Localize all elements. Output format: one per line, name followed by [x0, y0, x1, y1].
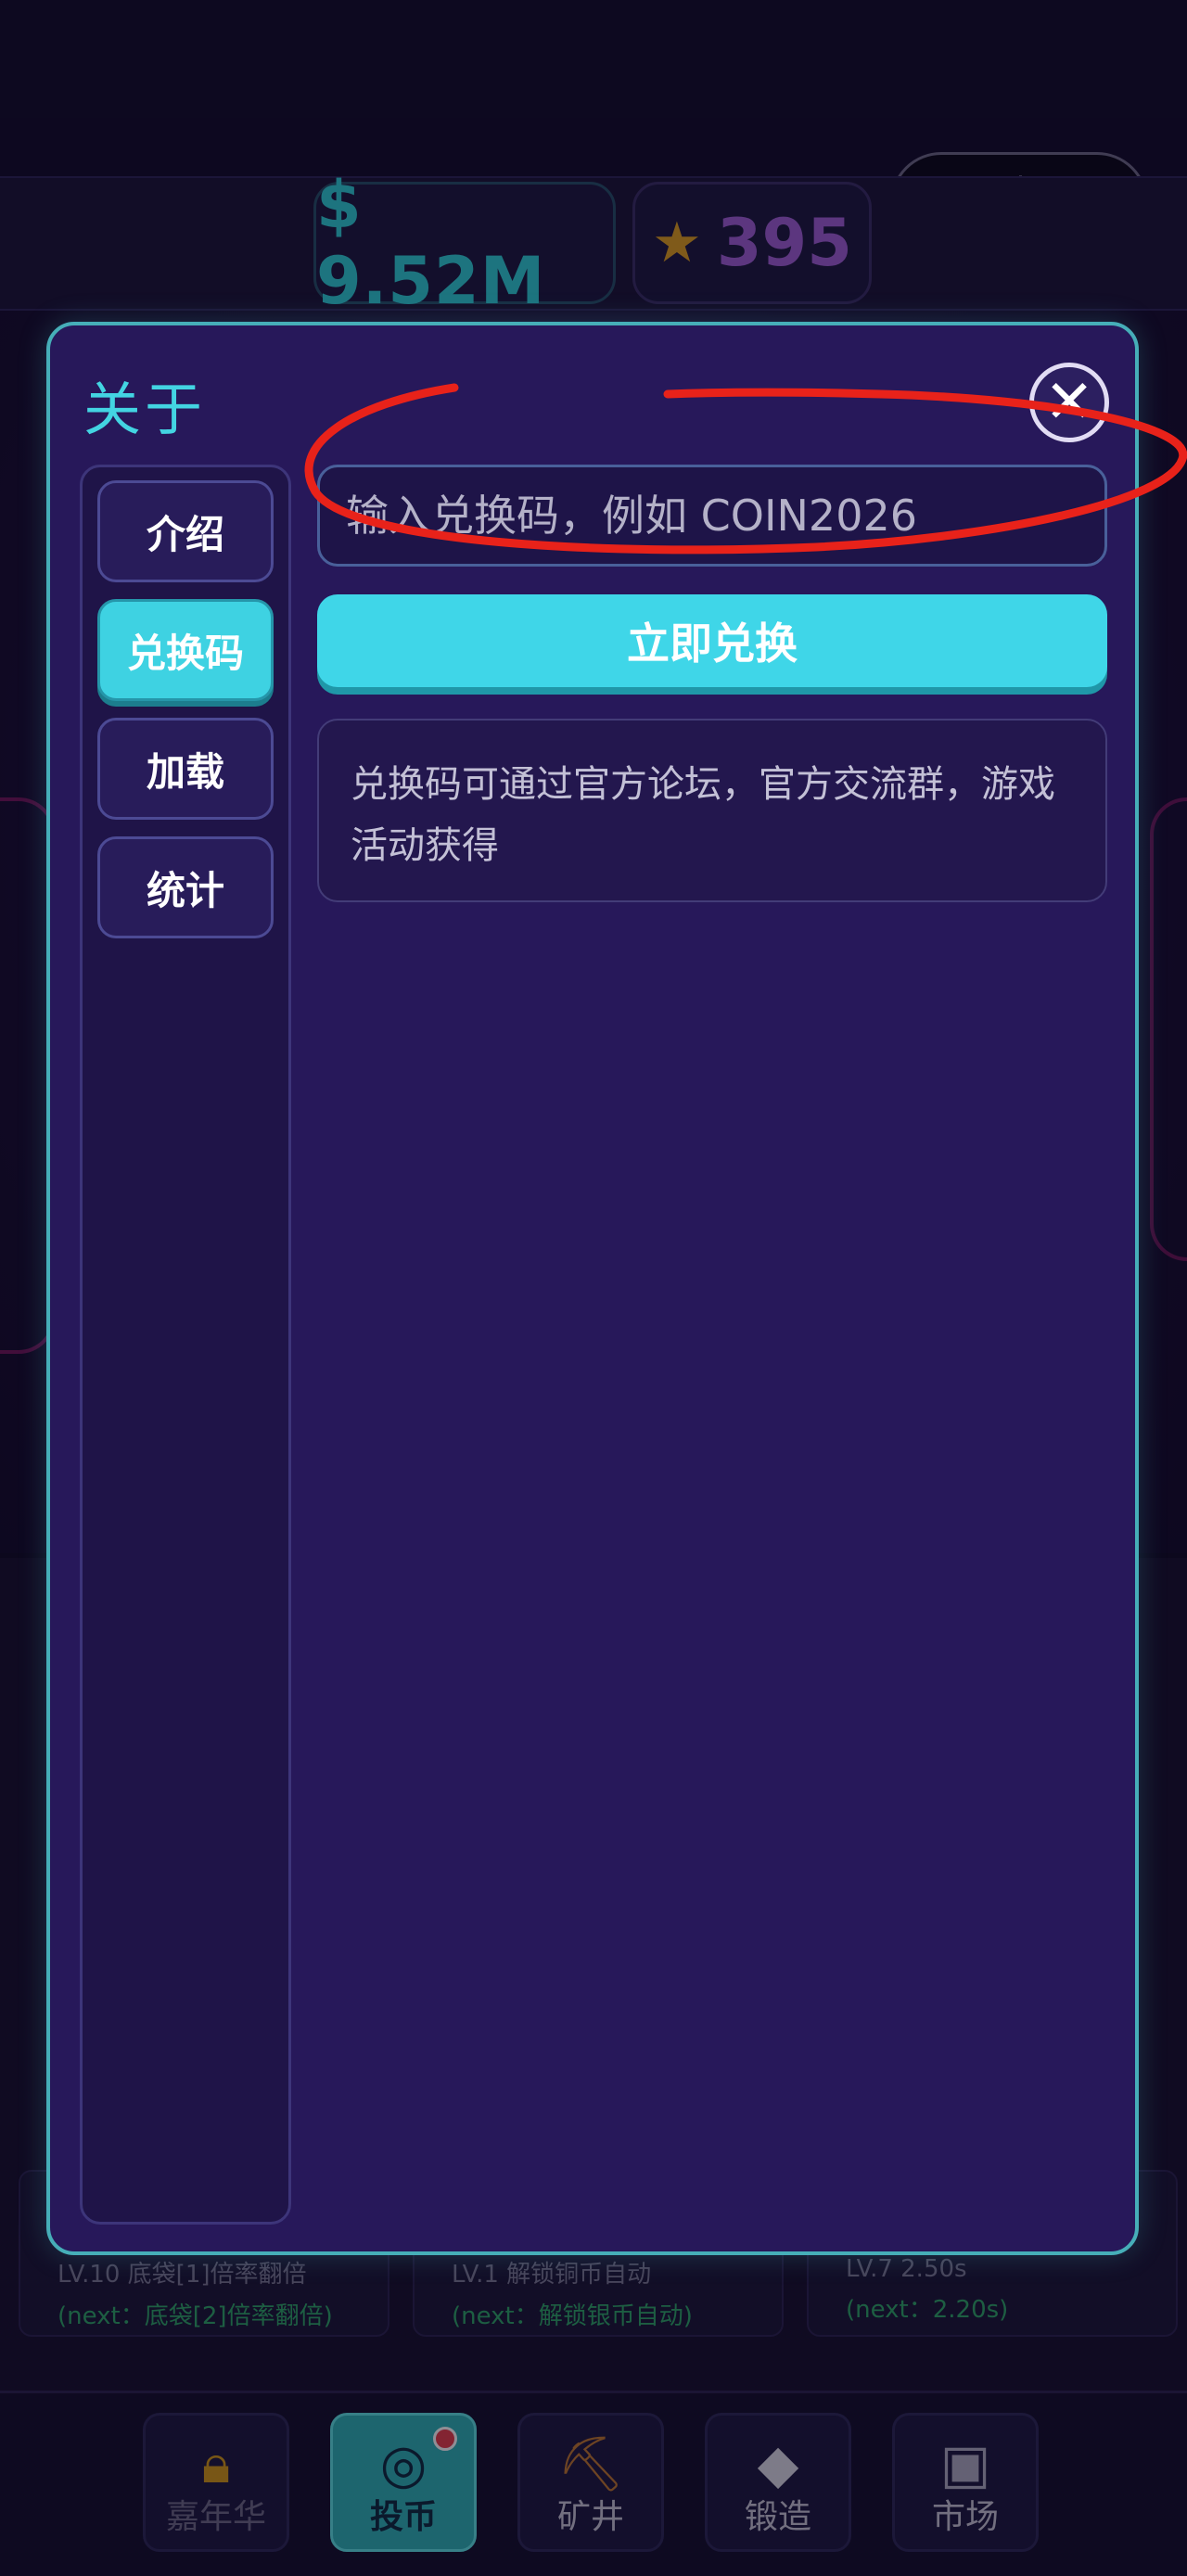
- redeem-info-text: 兑换码可通过官方论坛，官方交流群，游戏活动获得: [317, 719, 1107, 902]
- tab-redeem-code[interactable]: 兑换码: [97, 599, 274, 701]
- modal-side-menu: 介绍 兑换码 加载 统计: [80, 465, 291, 2225]
- about-modal: 关于 ✕ 介绍 兑换码 加载 统计 立即兑换 兑换码可通过官方论坛，官方交流群，…: [46, 322, 1139, 2255]
- close-icon: ✕: [1044, 368, 1094, 437]
- close-button[interactable]: ✕: [1029, 363, 1109, 442]
- tab-stats[interactable]: 统计: [97, 836, 274, 938]
- redeem-now-button[interactable]: 立即兑换: [317, 594, 1107, 687]
- modal-title: 关于: [83, 376, 207, 443]
- tab-intro[interactable]: 介绍: [97, 480, 274, 582]
- redeem-code-input[interactable]: [317, 465, 1107, 567]
- tab-load[interactable]: 加载: [97, 718, 274, 820]
